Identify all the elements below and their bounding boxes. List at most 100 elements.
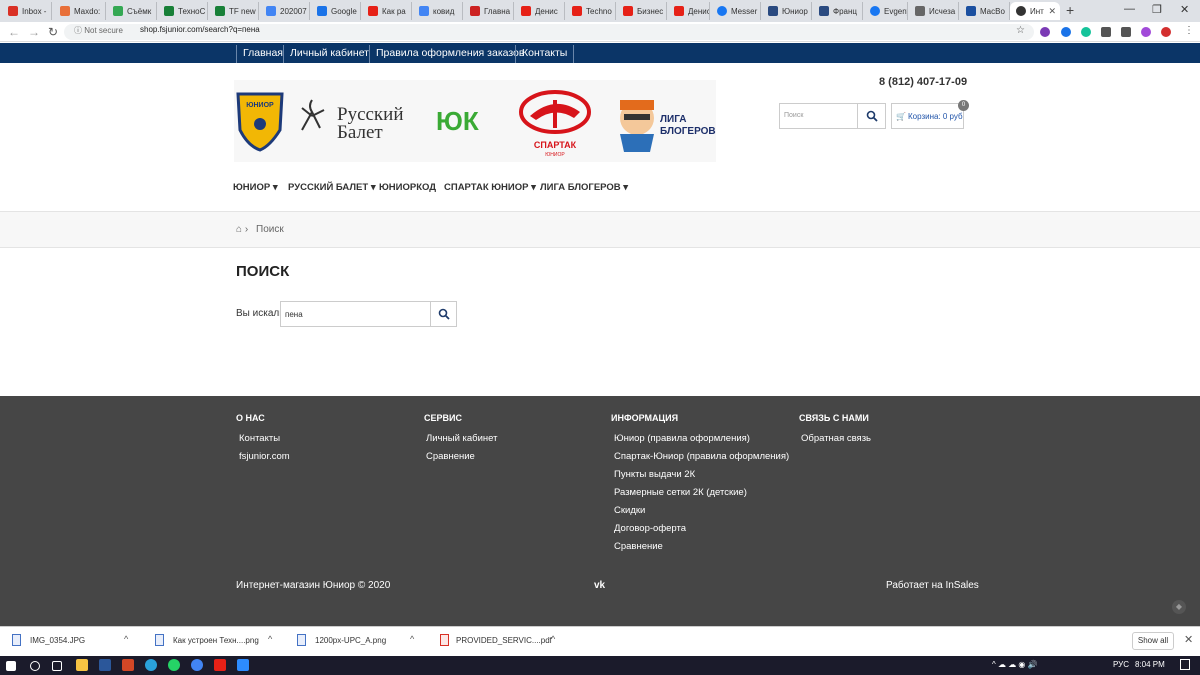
download-item[interactable]: Как устроен Техн....png: [173, 636, 259, 645]
download-item[interactable]: IMG_0354.JPG: [30, 636, 85, 645]
footer-link[interactable]: Размерные сетки 2К (детские): [614, 487, 747, 498]
close-window-icon[interactable]: ✕: [1180, 3, 1189, 16]
footer-link[interactable]: Пункты выдачи 2К: [614, 469, 695, 480]
close-icon[interactable]: ✕: [1184, 633, 1193, 646]
show-all-downloads-button[interactable]: Show all: [1132, 632, 1174, 650]
extension-icon[interactable]: [1101, 27, 1111, 37]
back-icon[interactable]: ←: [8, 25, 20, 39]
chevron-up-icon[interactable]: ^: [124, 634, 128, 644]
footer-link[interactable]: Обратная связь: [801, 433, 871, 444]
clock[interactable]: 8:04 PM: [1135, 660, 1165, 669]
windows-start-icon[interactable]: [6, 661, 16, 671]
chevron-up-icon[interactable]: ^: [410, 634, 414, 644]
notifications-icon[interactable]: [1180, 659, 1190, 670]
menu-item-junior[interactable]: ЮНИОР ▾: [233, 182, 278, 193]
cart-icon: 🛒: [896, 111, 906, 121]
browser-tab[interactable]: Денис: [515, 2, 565, 20]
maximize-icon[interactable]: ❐: [1152, 3, 1162, 16]
home-icon[interactable]: ⌂ ›: [236, 224, 248, 235]
menu-item-liga[interactable]: ЛИГА БЛОГЕРОВ ▾: [540, 182, 628, 193]
footer-link[interactable]: Договор-оферта: [614, 523, 686, 534]
browser-tab[interactable]: Techno: [566, 2, 616, 20]
browser-tab[interactable]: TF new: [209, 2, 259, 20]
browser-tab[interactable]: Messer: [711, 2, 761, 20]
powered-by-link[interactable]: Работает на InSales: [886, 580, 979, 591]
browser-tab-active[interactable]: Инт ✕: [1010, 2, 1060, 20]
extension-icon[interactable]: [1061, 27, 1071, 37]
menu-kebab-icon[interactable]: ⋮: [1184, 25, 1194, 36]
cart-button[interactable]: 🛒 Корзина: 0 руб: [891, 103, 964, 129]
tab-label: Maxdo:: [74, 6, 101, 16]
footer-link[interactable]: Контакты: [239, 433, 280, 444]
new-tab-icon[interactable]: +: [1066, 2, 1074, 18]
tab-label: 202007: [280, 6, 307, 16]
search-submit-button[interactable]: [430, 301, 457, 327]
grammarly-icon[interactable]: [1081, 27, 1091, 37]
nav-link-order-rules[interactable]: Правила оформления заказов: [369, 45, 530, 63]
reload-icon[interactable]: ↻: [48, 25, 58, 39]
browser-tab[interactable]: Денис: [668, 2, 710, 20]
powerpoint-icon[interactable]: [122, 659, 134, 671]
search-icon[interactable]: [30, 661, 40, 671]
browser-tab[interactable]: Съёмк: [107, 2, 157, 20]
browser-tab[interactable]: 202007: [260, 2, 310, 20]
vk-icon[interactable]: vk: [594, 580, 605, 591]
acrobat-icon[interactable]: [214, 659, 226, 671]
chevron-up-icon[interactable]: ^: [551, 634, 555, 644]
chevron-up-icon[interactable]: ^: [268, 634, 272, 644]
extension-icon[interactable]: [1040, 27, 1050, 37]
puzzle-icon[interactable]: [1121, 27, 1131, 37]
menu-item-ballet[interactable]: РУССКИЙ БАЛЕТ ▾: [288, 182, 376, 193]
nav-link-contacts[interactable]: Контакты: [515, 45, 575, 63]
header-search-input[interactable]: Поиск: [779, 103, 858, 129]
download-item[interactable]: 1200px-UPC_A.png: [315, 636, 386, 645]
file-explorer-icon[interactable]: [76, 659, 88, 671]
download-item[interactable]: PROVIDED_SERVIC....pdf: [456, 636, 552, 645]
browser-tab[interactable]: Inbox -: [2, 2, 52, 20]
close-tab-icon[interactable]: ✕: [1048, 6, 1056, 17]
browser-tab[interactable]: ТехноС: [158, 2, 208, 20]
browser-tab[interactable]: ковид: [413, 2, 463, 20]
menu-item-juniorcode[interactable]: ЮНИОРКОД: [379, 182, 436, 193]
whatsapp-icon[interactable]: [168, 659, 180, 671]
scroll-top-icon[interactable]: ◆: [1172, 600, 1186, 614]
browser-tab[interactable]: Maxdo:: [54, 2, 106, 20]
extension-icon[interactable]: [1161, 27, 1171, 37]
browser-tab[interactable]: Бизнес: [617, 2, 667, 20]
task-view-icon[interactable]: [52, 661, 62, 671]
extension-icon[interactable]: [1141, 27, 1151, 37]
search-query-input[interactable]: пена: [280, 301, 431, 327]
browser-tab[interactable]: Исчеза: [909, 2, 959, 20]
footer-link[interactable]: Сравнение: [614, 541, 663, 552]
forward-icon[interactable]: →: [28, 25, 40, 39]
security-indicator[interactable]: ⓘ Not secure: [74, 25, 123, 36]
footer-link[interactable]: Юниор (правила оформления): [614, 433, 750, 444]
browser-tab[interactable]: Юниор: [762, 2, 812, 20]
zoom-icon[interactable]: [237, 659, 249, 671]
browser-tab[interactable]: Google: [311, 2, 361, 20]
browser-tab[interactable]: Как ра: [362, 2, 412, 20]
telegram-icon[interactable]: [145, 659, 157, 671]
footer-link[interactable]: Личный кабинет: [426, 433, 497, 444]
menu-item-spartak[interactable]: СПАРТАК ЮНИОР ▾: [444, 182, 536, 193]
chrome-icon[interactable]: [191, 659, 203, 671]
tray-icons[interactable]: ^ ☁ ☁ ◉ 🔊: [992, 660, 1038, 669]
bookmark-star-icon[interactable]: ☆: [1016, 25, 1025, 36]
browser-tab[interactable]: Evgeny: [864, 2, 908, 20]
phone-number[interactable]: 8 (812) 407-17-09: [879, 76, 967, 88]
browser-tab[interactable]: Главна: [464, 2, 514, 20]
footer-link[interactable]: fsjunior.com: [239, 451, 290, 462]
footer-link[interactable]: Спартак-Юниор (правила оформления): [614, 451, 789, 462]
brand-logos-banner[interactable]: ЮНИОР Русский Балет ЮК СПАРТАК ЮНИОР ЛИГ…: [234, 80, 716, 162]
word-icon[interactable]: [99, 659, 111, 671]
url-text[interactable]: shop.fsjunior.com/search?q=пена: [140, 25, 260, 34]
footer-link[interactable]: Сравнение: [426, 451, 475, 462]
nav-link-home[interactable]: Главная: [236, 45, 289, 63]
browser-tab[interactable]: Франц: [813, 2, 863, 20]
minimize-icon[interactable]: —: [1124, 3, 1135, 15]
header-search-button[interactable]: [857, 103, 886, 129]
footer-link[interactable]: Скидки: [614, 505, 645, 516]
browser-tab[interactable]: MacBo: [960, 2, 1010, 20]
nav-link-account[interactable]: Личный кабинет: [283, 45, 375, 63]
language-indicator[interactable]: РУС: [1113, 660, 1129, 669]
